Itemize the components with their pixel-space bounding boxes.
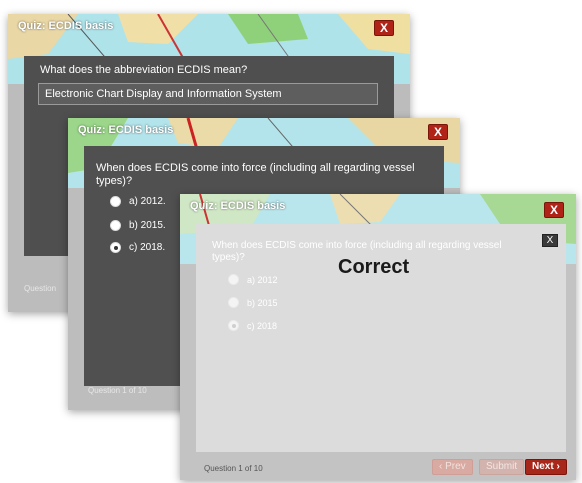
window-titlebar: Quiz: ECDIS basis X (8, 14, 410, 40)
option-c[interactable]: c) 2018. (110, 242, 165, 253)
next-label: Next (532, 461, 554, 472)
option-b: b) 2015 (228, 297, 278, 308)
option-label: c) 2018 (247, 320, 278, 331)
option-label: a) 2012. (129, 196, 166, 207)
radio-button-selected[interactable] (110, 242, 121, 253)
prev-button[interactable]: ‹ Prev (432, 459, 473, 475)
close-button[interactable]: X (374, 20, 394, 36)
window-titlebar: Quiz: ECDIS basis X (180, 194, 576, 220)
option-a[interactable]: a) 2012. (110, 196, 166, 207)
chevron-right-icon: › (556, 461, 560, 472)
option-c: c) 2018 (228, 320, 277, 331)
question-counter: Question 1 of 10 (88, 386, 147, 395)
window-title: Quiz: ECDIS basis (18, 20, 114, 32)
feedback-message: Correct (338, 256, 410, 278)
quiz-window-3: Quiz: ECDIS basis X When does ECDIS come… (180, 194, 576, 480)
close-button[interactable]: X (428, 124, 448, 140)
radio-button[interactable] (110, 220, 121, 231)
option-b[interactable]: b) 2015. (110, 220, 166, 231)
close-button[interactable]: X (544, 202, 564, 218)
prev-label: Prev (445, 461, 466, 472)
screenshot-stage: Quiz: ECDIS basis X What does the abbrev… (0, 0, 582, 483)
option-label: b) 2015. (129, 220, 166, 231)
option-label: b) 2015 (247, 297, 278, 308)
radio-button-selected (228, 320, 239, 331)
radio-button[interactable] (110, 196, 121, 207)
submit-button[interactable]: Submit (479, 459, 525, 475)
option-a: a) 2012 (228, 274, 278, 285)
window-title: Quiz: ECDIS basis (190, 200, 286, 212)
answer-input[interactable]: Electronic Chart Display and Information… (38, 83, 378, 105)
radio-button (228, 274, 239, 285)
window-title: Quiz: ECDIS basis (78, 124, 174, 136)
option-label: a) 2012 (247, 274, 278, 285)
window-titlebar: Quiz: ECDIS basis X (68, 118, 460, 144)
question-counter: Question 1 of 10 (204, 464, 263, 473)
feedback-close-button[interactable]: X (542, 234, 558, 247)
chevron-left-icon: ‹ (439, 461, 443, 472)
question-counter: Question (24, 284, 57, 293)
radio-button (228, 297, 239, 308)
option-label: c) 2018. (129, 242, 166, 253)
question-text: What does the abbreviation ECDIS mean? (40, 64, 248, 76)
question-text: When does ECDIS come into force (includi… (96, 162, 415, 187)
next-button[interactable]: Next › (525, 459, 567, 475)
